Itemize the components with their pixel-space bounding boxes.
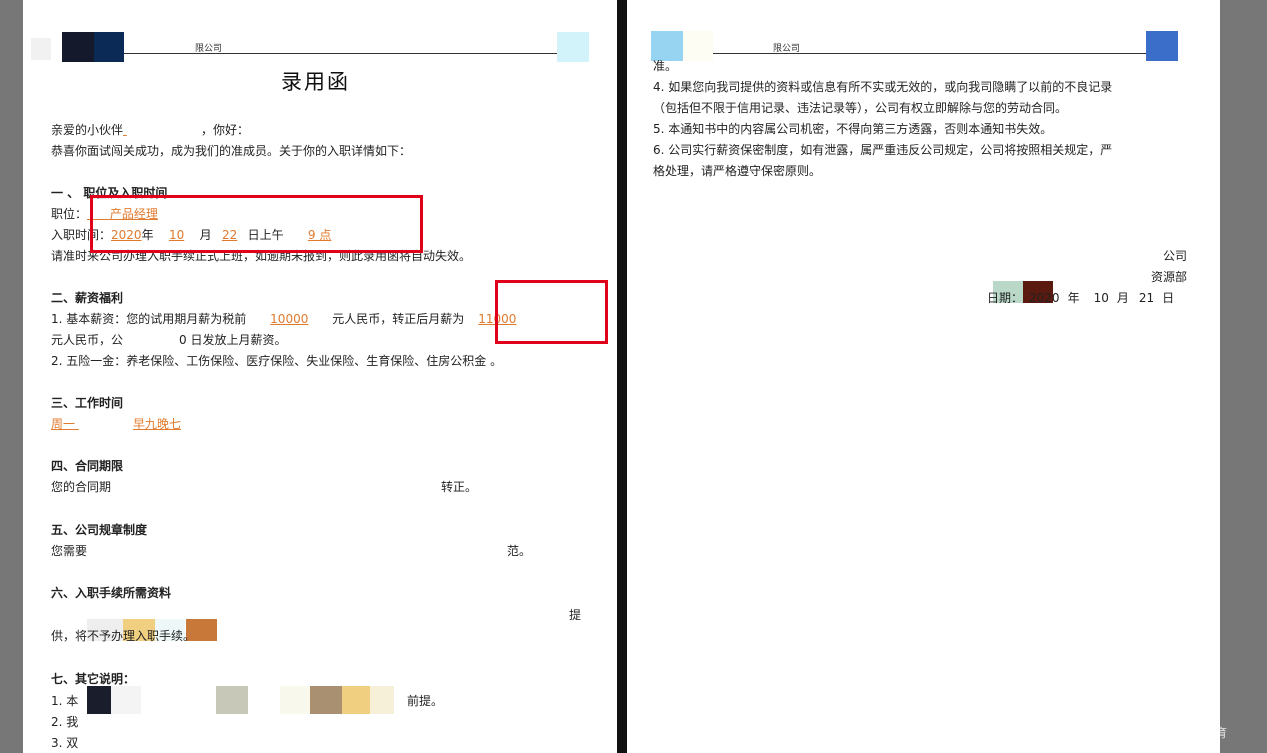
redacted-logo-block [1146,31,1178,61]
redacted-logo-block [683,31,713,61]
continued-line-3: （包括但不限于信用记录、违法记录等），公司有权立即解除与您的劳动合同。 [653,101,1068,115]
greeting-suffix: ，你好： [201,123,250,137]
pay-date-line: 元人民币，公 0 日发放上月薪资。 [51,333,286,348]
continued-line-5: 6. 公司实行薪资保密制度，如有泄露，属严重违反公司规定，公司将按照相关规定，严 [653,143,1113,157]
redacted-gap [75,417,133,432]
date-year-unit: 年 [1067,291,1080,305]
redacted-block [216,686,248,714]
greeting-line: 亲爱的小伙伴 ，你好： [51,123,249,138]
watermark-suffix: 教育 [1204,726,1227,740]
date-day: 21 [1138,291,1155,305]
signature-department: 资源部 [1151,270,1188,284]
left-gutter [0,0,23,753]
brand-watermark: AAA教育 [1156,718,1227,743]
rules-line: 您需要 范。 [51,544,531,559]
document-title: 录用函 [281,70,350,94]
header-rule [713,53,1146,54]
redacted-logo-block [94,32,124,62]
contract-suffix: 转正。 [441,480,478,494]
date-month-unit: 月 [1116,291,1129,305]
work-hours-prefix: 周一 [51,417,76,431]
page-divider [617,0,627,753]
right-gutter [1220,0,1267,753]
section-3-heading: 三、工作时间 [51,396,124,410]
redacted-block [111,686,141,714]
note-item-1-prefix: 1. 本 [51,694,79,708]
document-page-2[interactable]: 限公司 准。 4. 如果您向我司提供的资料或信息有所不实或无效的，或向我司隐瞒了… [627,0,1220,753]
materials-line-2: 供，将不予办理入职手续。 [51,629,196,643]
contract-prefix: 您的合同期 [51,480,112,494]
redacted-logo-block [651,31,683,61]
redacted-block [342,686,370,714]
work-hours-line: 周一 早九晚七 [51,417,181,432]
highlight-box-position-time [90,195,423,253]
redacted-block [310,686,342,714]
greeting-prefix: 亲爱的小伙伴 [51,123,124,137]
work-hours-suffix: 早九晚七 [133,417,182,431]
note-item-3-prefix: 3. 双 [51,736,79,750]
date-label: 日期： [987,291,1024,305]
note-item-2-prefix: 2. 我 [51,715,79,729]
redacted-logo-block [62,32,94,62]
redacted-block [280,686,310,714]
redacted-logo-block [31,38,51,60]
materials-tail: 提 [569,608,582,622]
continued-line-1: 准。 [653,59,678,73]
continued-line-6: 格处理，请严格遵守保密原则。 [653,164,822,178]
date-year: 2020 [1029,291,1060,305]
section-5-heading: 五、公司规章制度 [51,523,148,537]
redacted-logo-block [557,32,589,62]
pay-prefix: 元人民币，公 [51,333,124,347]
header-rule [124,53,557,54]
note-item-1-suffix: 前提。 [407,694,444,708]
document-page-1[interactable]: 限公司 录用函 亲爱的小伙伴 ，你好： 恭喜你面试闯关成功，成为我们的准成员。关… [23,0,617,753]
salary-line: 1. 基本薪资：您的试用期月薪为税前 10000 元人民币，转正后月薪为 11000 [51,312,530,327]
date-day-unit: 日 [1162,291,1175,305]
position-label: 职位： [51,207,88,221]
salary-mid: 元人民币，转正后月薪为 [332,312,465,326]
section-2-heading: 二、薪资福利 [51,291,124,305]
continued-line-2: 4. 如果您向我司提供的资料或信息有所不实或无效的，或向我司隐瞒了以前的不良记录 [653,80,1113,94]
congrats-line: 恭喜你面试闯关成功，成为我们的准成员。关于你的入职详情如下： [51,144,412,158]
pay-suffix: 0 日发放上月薪资。 [179,333,287,347]
rules-prefix: 您需要 [51,544,88,558]
continued-line-4: 5. 本通知书中的内容属公司机密，不得向第三方透露，否则本通知书失效。 [653,122,1053,136]
insurance-line: 2. 五险一金：养老保险、工伤保险、医疗保险、失业保险、生育保险、住房公积金 。 [51,354,503,368]
date-month: 10 [1093,291,1109,305]
probation-salary: 10000 [270,312,309,326]
contract-line: 您的合同期 转正。 [51,480,477,495]
watermark-brand: AAA [1156,718,1205,743]
signature-date: 日期： 2020 年 10 月 21 日 [987,291,1174,306]
redacted-block [87,686,111,714]
redacted-block [370,686,394,714]
section-7-heading: 七、其它说明： [51,672,136,686]
candidate-name-redacted [123,123,201,138]
rules-suffix: 范。 [507,544,532,558]
highlight-box-salary [495,280,608,344]
section-4-heading: 四、合同期限 [51,459,124,473]
salary-prefix: 1. 基本薪资：您的试用期月薪为税前 [51,312,247,326]
section-6-heading: 六、入职手续所需资料 [51,586,172,600]
signature-company: 公司 [1163,249,1188,263]
